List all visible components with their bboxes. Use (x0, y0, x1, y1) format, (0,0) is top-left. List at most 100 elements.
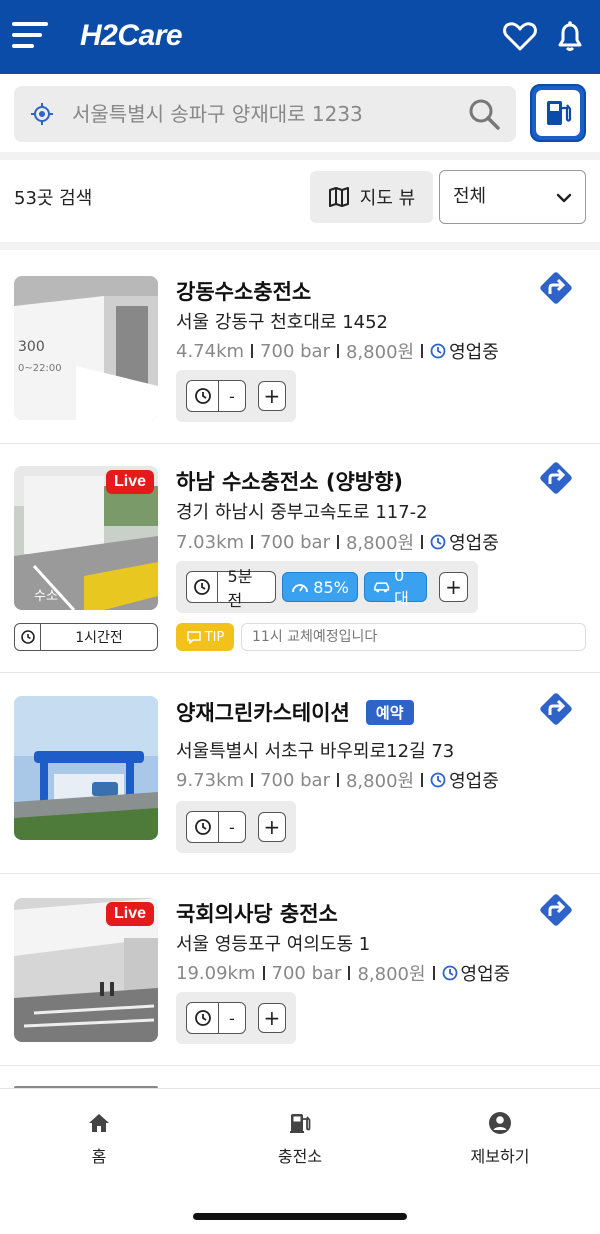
svg-text:300: 300 (18, 339, 45, 355)
station-name-row: 양재그린카스테이션 예약 (176, 697, 414, 727)
station-distance: 4.74km (176, 340, 245, 362)
clock-icon (194, 1010, 211, 1026)
wait-report-group: - + (176, 992, 296, 1044)
station-card[interactable]: 양재그린카스테이션 예약 서울특별시 서초구 바우뫼로12길 73 9.73km … (0, 673, 600, 874)
filter-select-value: 전체 (453, 186, 487, 207)
user-icon (489, 1112, 511, 1134)
tip-label: TIP (204, 629, 225, 645)
clock-icon (430, 772, 446, 788)
station-pressure: 700 bar (260, 340, 330, 362)
clock-icon (430, 343, 446, 359)
station-price: 8,800원 (345, 533, 415, 554)
car-count-value: 0대 (394, 565, 409, 608)
gauge-icon (292, 584, 309, 593)
add-report-button[interactable]: + (439, 572, 468, 602)
station-card[interactable]: Live 국회의사당 충전소 서울 영등포구 여의도동 1 19.09km 70… (0, 874, 600, 1066)
station-distance: 9.73km (176, 769, 245, 791)
station-pressure: 700 bar (260, 531, 330, 553)
directions-icon[interactable] (536, 268, 576, 308)
station-address: 서울 영등포구 여의도동 1 (176, 934, 371, 955)
directions-icon[interactable] (536, 458, 576, 498)
tip-badge[interactable]: TIP (176, 623, 234, 651)
fuel-station-button[interactable] (530, 84, 586, 142)
clock-icon (20, 630, 35, 644)
station-name[interactable]: 하남 수소충전소 (양방향) (176, 466, 403, 496)
map-icon (328, 187, 349, 207)
directions-icon[interactable] (536, 890, 576, 930)
clock-icon (442, 965, 457, 981)
filter-select[interactable]: 전체 (439, 170, 586, 224)
station-photo[interactable] (14, 696, 158, 840)
station-status-text: 영업중 (449, 533, 499, 554)
station-address: 서울 강동구 천호대로 1452 (176, 312, 389, 333)
location-target-icon[interactable] (30, 102, 54, 126)
add-report-button[interactable]: + (257, 812, 286, 842)
menu-icon[interactable] (12, 22, 50, 50)
station-name[interactable]: 강동수소충전소 (176, 276, 311, 306)
nav-report-label: 제보하기 (470, 1147, 530, 1166)
wait-time-box[interactable]: - (186, 380, 246, 412)
app-bar: H2Care (0, 0, 600, 74)
live-badge: Live (105, 470, 154, 494)
clock-icon (194, 388, 211, 404)
station-name[interactable]: 국회의사당 충전소 (176, 898, 338, 928)
search-location-text: 서울특별시 송파구 양재대로 1233 (72, 102, 363, 126)
wait-time-value: - (229, 817, 235, 837)
wait-time-box[interactable]: 5분전 (186, 567, 277, 610)
nav-stations[interactable]: 충전소 (240, 1111, 360, 1167)
station-notice: 11시 교체예정입니다 (241, 623, 586, 651)
station-status-text: 영업중 (460, 964, 511, 985)
pressure-gauge-chip: 85% (282, 572, 358, 602)
wait-report-group: - + (176, 801, 296, 853)
add-report-button[interactable]: + (257, 381, 286, 411)
nav-stations-label: 충전소 (277, 1147, 323, 1166)
wait-time-value: - (229, 386, 235, 406)
station-pressure: 700 bar (271, 962, 342, 984)
station-price: 8,800원 (345, 771, 415, 792)
search-input[interactable]: 서울특별시 송파구 양재대로 1233 (14, 86, 516, 142)
wait-report-group: - + (176, 370, 296, 422)
station-name[interactable]: 양재그린카스테이션 (176, 701, 350, 725)
station-photo[interactable]: 수소 Live (14, 466, 158, 610)
station-meta: 4.74km 700 bar 8,800원 영업중 (176, 338, 499, 364)
heart-icon[interactable] (502, 18, 538, 54)
wait-report-group: 5분전 85% 0대 + (176, 561, 478, 613)
fuel-pump-icon (547, 101, 572, 125)
section-divider (0, 242, 600, 250)
clock-icon (194, 819, 211, 835)
map-view-button[interactable]: 지도 뷰 (310, 171, 433, 223)
home-icon (89, 1114, 109, 1132)
station-photo[interactable]: 300 0~22:00 (14, 276, 158, 420)
app-logo[interactable]: H2Care (80, 14, 183, 58)
station-meta: 19.09km 700 bar 8,800원 영업중 (176, 960, 510, 986)
map-view-label: 지도 뷰 (359, 188, 416, 209)
nav-home[interactable]: 홈 (39, 1111, 159, 1167)
home-indicator (193, 1213, 407, 1220)
station-price: 8,800원 (357, 964, 426, 985)
station-status-text: 영업중 (449, 342, 499, 363)
wait-time-box[interactable]: - (186, 1002, 246, 1034)
station-photo[interactable]: Live (14, 898, 158, 1042)
bell-icon[interactable] (552, 18, 588, 54)
speech-bubble-icon (186, 631, 201, 644)
station-status: 영업중 (430, 529, 499, 555)
station-distance: 19.09km (176, 962, 256, 984)
fuel-pump-icon (290, 1114, 311, 1133)
station-status: 영업중 (442, 960, 511, 986)
wait-time-box[interactable]: - (186, 811, 246, 843)
reservation-badge[interactable]: 예약 (365, 699, 414, 725)
station-price: 8,800원 (345, 342, 415, 363)
nav-report[interactable]: 제보하기 (440, 1111, 560, 1167)
chevron-down-icon (556, 193, 572, 203)
car-icon (373, 582, 389, 593)
station-meta: 9.73km 700 bar 8,800원 영업중 (176, 767, 499, 793)
svg-text:0~22:00: 0~22:00 (18, 363, 62, 374)
clock-icon (430, 534, 446, 550)
station-card[interactable]: 300 0~22:00 강동수소충전소 서울 강동구 천호대로 1452 4.7… (0, 250, 600, 444)
station-card[interactable]: 수소 Live 하남 수소충전소 (양방향) 경기 하남시 중부고속도로 117… (0, 444, 600, 673)
result-count: 53곳 검색 (14, 188, 93, 209)
live-badge: Live (105, 902, 154, 926)
add-report-button[interactable]: + (257, 1003, 286, 1033)
directions-icon[interactable] (536, 689, 576, 729)
search-icon[interactable] (466, 96, 502, 132)
